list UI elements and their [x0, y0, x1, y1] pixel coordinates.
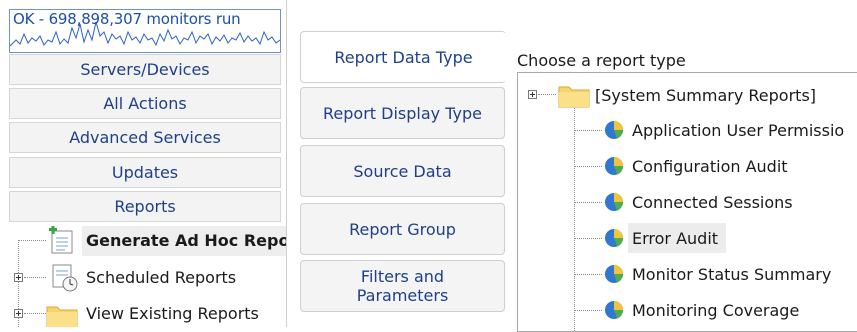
tree-connector: [24, 277, 46, 278]
report-type-item[interactable]: Monitor Status Summary: [518, 257, 857, 291]
tab-filters-and-parameters[interactable]: Filters and Parameters: [300, 260, 505, 312]
tree-connector: [574, 310, 602, 311]
report-type-item[interactable]: Application User Permissio: [518, 113, 857, 147]
pie-chart-icon: [605, 157, 623, 175]
collapse-icon[interactable]: [528, 90, 537, 99]
report-type-item[interactable]: Connected Sessions: [518, 185, 857, 219]
tree-connector: [24, 313, 46, 314]
choose-report-type-label: Choose a report type: [517, 51, 686, 70]
scheduled-report-icon: [52, 264, 78, 292]
tab-report-data-type[interactable]: Report Data Type: [300, 31, 506, 83]
nav-advanced-services[interactable]: Advanced Services: [9, 122, 281, 153]
tab-label-line2: Parameters: [356, 286, 449, 305]
tree-connector: [574, 202, 602, 203]
tab-label: Report Group: [349, 219, 456, 239]
folder-icon: [46, 306, 78, 327]
report-type-label: Monitor Status Summary: [632, 265, 832, 284]
tree-connector: [574, 130, 602, 131]
tab-source-data[interactable]: Source Data: [300, 145, 505, 197]
report-type-tree[interactable]: [System Summary Reports] Application Use…: [517, 72, 857, 332]
wizard-tabs: Report Data Type Report Display Type Sou…: [300, 0, 506, 327]
report-type-panel: Choose a report type [System Summary Rep…: [505, 0, 857, 332]
pie-chart-icon: [605, 265, 623, 283]
tab-label-line1: Filters and: [360, 267, 445, 286]
nav-updates[interactable]: Updates: [9, 157, 281, 188]
tree-root-label: [System Summary Reports]: [595, 86, 817, 105]
pie-chart-icon: [605, 229, 623, 247]
tree-connector: [574, 274, 602, 275]
tree-connector: [574, 166, 602, 167]
report-type-item[interactable]: Configuration Audit: [518, 149, 857, 183]
tree-connector: [538, 94, 556, 95]
report-type-label: Application User Permissio: [632, 121, 845, 140]
left-sidebar: OK - 698,898,307 monitors run Servers/De…: [0, 0, 287, 327]
tree-root-system-summary[interactable]: [System Summary Reports]: [518, 78, 857, 112]
report-type-item-highlighted[interactable]: Error Audit: [518, 221, 857, 255]
tree-item-generate-ad-hoc[interactable]: Generate Ad Hoc Reports: [0, 225, 286, 257]
expand-icon[interactable]: [14, 309, 23, 318]
pie-chart-icon: [605, 121, 623, 139]
monitor-status-graph: OK - 698,898,307 monitors run: [9, 9, 281, 53]
report-type-label: Configuration Audit: [632, 157, 788, 176]
tree-connector: [574, 238, 602, 239]
tab-label: Report Display Type: [323, 103, 482, 123]
expand-icon[interactable]: [14, 273, 23, 282]
tab-label: Report Data Type: [334, 47, 473, 67]
nav-servers-devices[interactable]: Servers/Devices: [9, 54, 281, 85]
tree-item-scheduled-reports[interactable]: Scheduled Reports: [0, 262, 286, 294]
new-report-icon: [49, 226, 73, 254]
tab-report-group[interactable]: Report Group: [300, 203, 505, 255]
tree-item-view-existing-reports[interactable]: View Existing Reports: [0, 298, 286, 327]
tree-item-label: View Existing Reports: [86, 304, 259, 323]
folder-icon: [558, 86, 590, 108]
report-type-label: Monitoring Coverage: [632, 301, 800, 320]
pie-chart-icon: [605, 301, 623, 319]
monitor-status-text: OK - 698,898,307 monitors run: [13, 10, 241, 28]
nav-reports[interactable]: Reports: [9, 191, 281, 222]
tab-label: Source Data: [353, 161, 452, 181]
tree-item-label: Generate Ad Hoc Reports: [86, 231, 286, 250]
report-type-item[interactable]: Monitoring Coverage: [518, 293, 857, 327]
tab-report-display-type[interactable]: Report Display Type: [300, 87, 505, 139]
report-type-label: Connected Sessions: [632, 193, 793, 212]
pie-chart-icon: [605, 193, 623, 211]
tree-item-label: Scheduled Reports: [86, 268, 237, 287]
nav-all-actions[interactable]: All Actions: [9, 88, 281, 119]
report-type-label: Error Audit: [632, 229, 719, 248]
